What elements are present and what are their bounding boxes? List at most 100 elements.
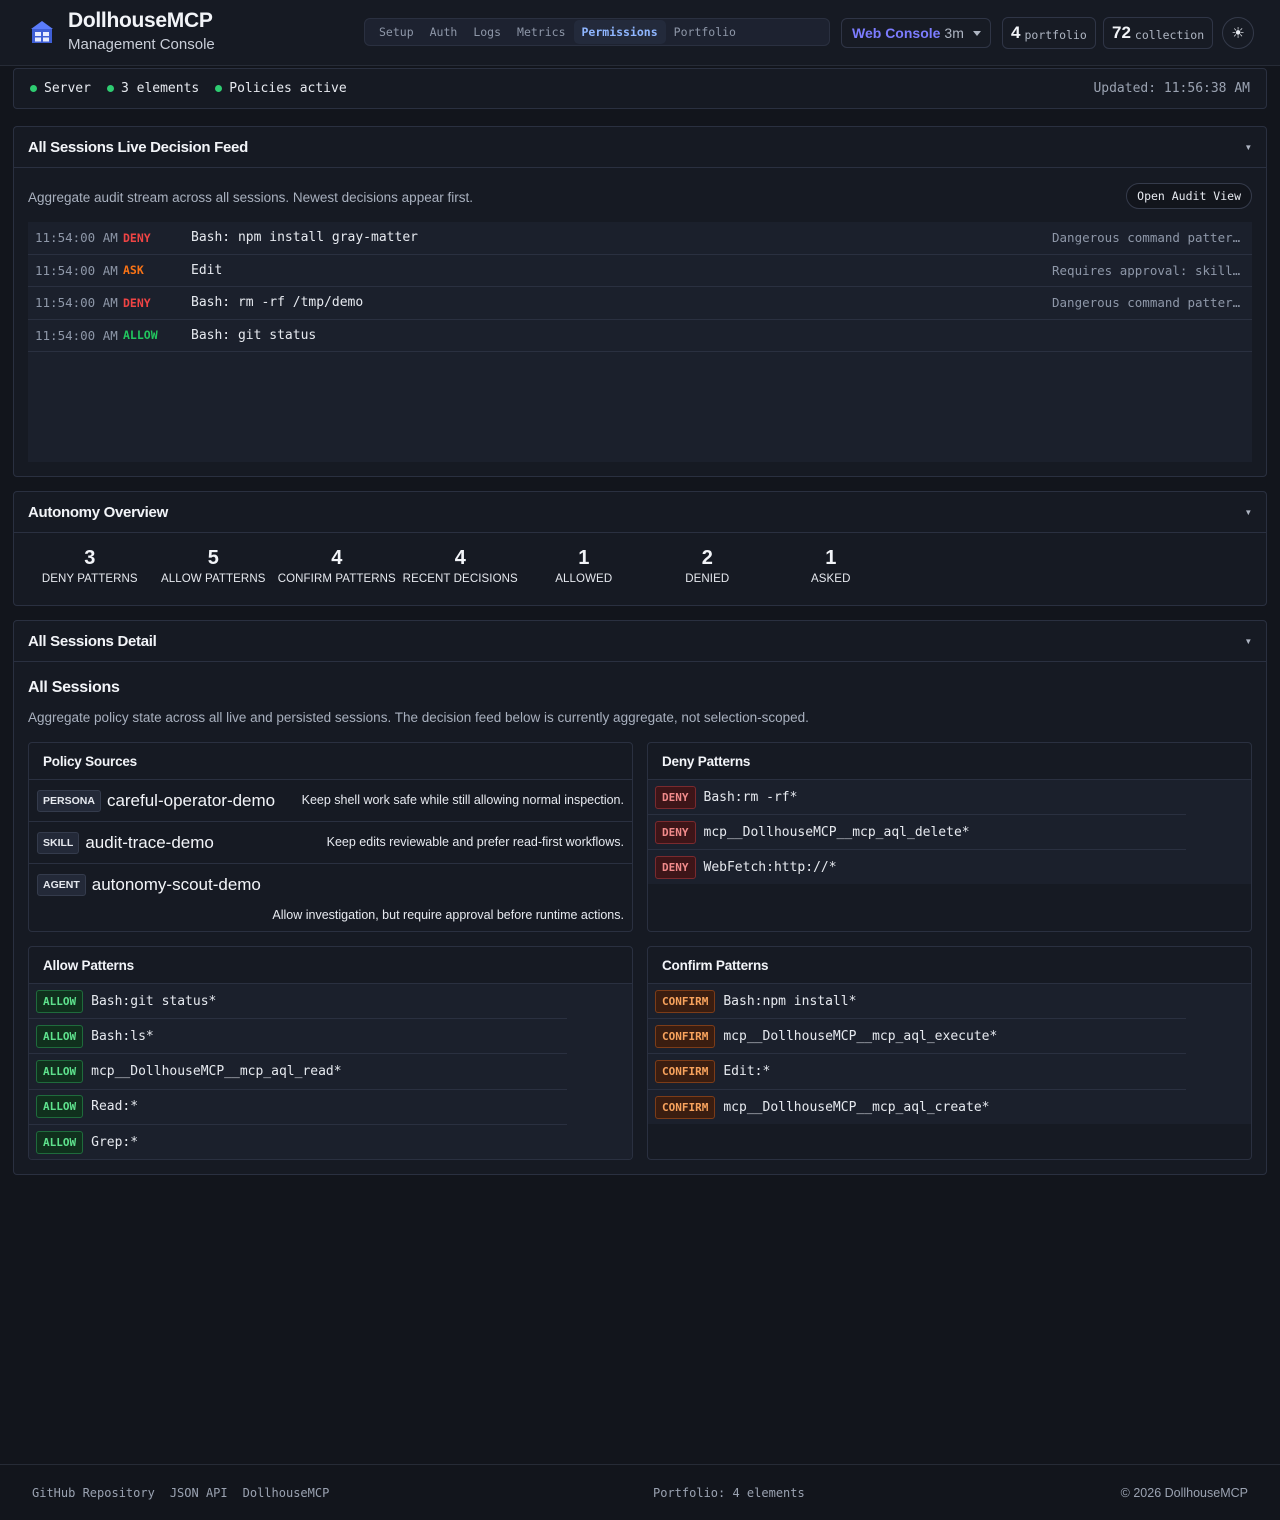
console-name: Web Console	[852, 25, 941, 41]
tab-auth[interactable]: Auth	[422, 20, 466, 44]
panel-title: All Sessions Live Decision Feed	[28, 138, 248, 156]
theme-toggle-button[interactable]: ☀	[1222, 17, 1254, 49]
source-description: Keep edits reviewable and prefer read-fi…	[326, 835, 624, 849]
dollhousemcp-link[interactable]: DollhouseMCP	[243, 1486, 330, 1500]
feed-decision: ALLOW	[123, 328, 158, 343]
kpi-value: 2	[701, 547, 713, 569]
collection-label: collection	[1134, 28, 1205, 42]
autonomy-overview-panel: Autonomy Overview ▼ 3 DENY PATTERNS 5 ALLO…	[13, 491, 1267, 606]
allow-badge: ALLOW	[36, 1059, 84, 1083]
app-header: DollhouseMCP Management Console Setup Au…	[0, 0, 1280, 66]
feed-row[interactable]: 11:54:00 AM ASK Edit Requires approval: …	[28, 255, 1252, 287]
allow-badge: ALLOW	[36, 1130, 84, 1154]
collection-count: 72	[1112, 23, 1131, 42]
pattern-row[interactable]: ALLOW Bash:git status*	[29, 984, 567, 1020]
feed-command: Bash: git status	[191, 327, 317, 343]
source-description: Allow investigation, but require approva…	[272, 908, 624, 922]
policy-source-row[interactable]: AGENT autonomy-scout-demo Allow investig…	[29, 864, 632, 931]
policy-source-row[interactable]: SKILL audit-trace-demo Keep edits review…	[29, 822, 632, 864]
kpi-denied: 2 DENIED	[646, 547, 770, 585]
pattern-row[interactable]: CONFIRM mcp__DollhouseMCP__mcp_aql_execut…	[648, 1019, 1186, 1055]
kpi-value: 3	[84, 547, 96, 569]
kpi-value: 1	[578, 547, 590, 569]
footer-links: GitHub Repository JSON API DollhouseMCP	[32, 1486, 329, 1500]
kpi-label: ALLOW PATTERNS	[161, 573, 266, 585]
pattern-text: WebFetch:http://*	[703, 860, 837, 876]
pattern-row[interactable]: ALLOW Read:*	[29, 1090, 567, 1125]
page-footer: GitHub Repository JSON API DollhouseMCP …	[0, 1464, 1280, 1520]
policies-status: Policies active	[215, 81, 347, 96]
panel-title: All Sessions Detail	[28, 632, 157, 650]
kpi-allowed: 1 ALLOWED	[522, 547, 646, 585]
chevron-down-icon	[972, 30, 981, 36]
source-name: audit-trace-demo	[85, 832, 214, 852]
sun-icon: ☀	[1231, 25, 1245, 42]
policies-status-label: Policies active	[229, 81, 347, 96]
pattern-row[interactable]: CONFIRM mcp__DollhouseMCP__mcp_aql_create…	[648, 1090, 1186, 1125]
pattern-text: mcp__DollhouseMCP__mcp_aql_execute*	[723, 1028, 998, 1044]
pattern-text: mcp__DollhouseMCP__mcp_aql_read*	[91, 1063, 342, 1079]
feed-row[interactable]: 11:54:00 AM DENY Bash: rm -rf /tmp/demo …	[28, 287, 1252, 320]
collapse-chevron-icon[interactable]: ▼	[1244, 637, 1252, 646]
feed-command: Bash: npm install gray-matter	[191, 230, 418, 246]
decision-feed-list: 11:54:00 AM DENY Bash: npm install gray-…	[28, 222, 1252, 462]
collapse-chevron-icon[interactable]: ▼	[1244, 508, 1252, 517]
source-name: careful-operator-demo	[106, 790, 276, 810]
kpi-label: ALLOWED	[555, 573, 613, 585]
source-name: autonomy-scout-demo	[91, 875, 261, 894]
collapse-chevron-icon[interactable]: ▼	[1244, 143, 1252, 152]
pattern-row[interactable]: DENY WebFetch:http://*	[648, 850, 1186, 885]
pattern-row[interactable]: ALLOW Bash:ls*	[29, 1019, 567, 1055]
card-title: Deny Patterns	[648, 743, 1251, 780]
status-bar: Server 3 elements Policies active Update…	[13, 68, 1267, 109]
feed-command: Bash: rm -rf /tmp/demo	[191, 295, 364, 311]
kpi-deny-patterns: 3 DENY PATTERNS	[28, 547, 152, 585]
pattern-text: Read:*	[91, 1099, 139, 1115]
tab-metrics[interactable]: Metrics	[509, 20, 573, 44]
console-selector[interactable]: Web Console 3m	[841, 18, 991, 48]
source-type-badge: SKILL	[37, 831, 80, 854]
tab-portfolio[interactable]: Portfolio	[666, 20, 744, 44]
feed-time: 11:54:00 AM	[35, 327, 118, 343]
footer-portfolio-count: Portfolio: 4 elements	[653, 1485, 805, 1500]
dollhouse-logo-icon	[31, 21, 53, 43]
allow-badge: ALLOW	[36, 989, 84, 1013]
feed-row[interactable]: 11:54:00 AM ALLOW Bash: git status	[28, 320, 1252, 352]
deny-patterns-card: Deny Patterns DENY Bash:rm -rf* DENY mcp__…	[647, 742, 1252, 932]
github-repository-link[interactable]: GitHub Repository	[32, 1486, 155, 1500]
pattern-row[interactable]: DENY mcp__DollhouseMCP__mcp_aql_delete*	[648, 815, 1186, 851]
pattern-text: Grep:*	[91, 1134, 139, 1150]
server-status: Server	[30, 81, 91, 96]
feed-description: Aggregate audit stream across all sessio…	[28, 190, 473, 205]
kpi-allow-patterns: 5 ALLOW PATTERNS	[152, 547, 276, 585]
pattern-row[interactable]: ALLOW mcp__DollhouseMCP__mcp_aql_read*	[29, 1054, 567, 1090]
section-title: All Sessions	[28, 679, 120, 696]
feed-row[interactable]: 11:54:00 AM DENY Bash: npm install gray-…	[28, 222, 1252, 255]
card-title: Allow Patterns	[29, 947, 632, 984]
policy-source-row[interactable]: PERSONA careful-operator-demo Keep shell…	[29, 780, 632, 822]
confirm-badge: CONFIRM	[655, 989, 716, 1013]
status-dot-icon	[215, 85, 223, 92]
tab-setup[interactable]: Setup	[371, 20, 422, 44]
autonomy-overview-header[interactable]: Autonomy Overview ▼	[14, 492, 1266, 533]
confirm-badge: CONFIRM	[655, 1095, 716, 1119]
collection-count-pill[interactable]: 72 collection	[1103, 17, 1214, 49]
kpi-asked: 1 ASKED	[769, 547, 893, 585]
feed-time: 11:54:00 AM	[35, 295, 118, 311]
feed-time: 11:54:00 AM	[35, 262, 118, 278]
elements-status: 3 elements	[106, 81, 199, 96]
decision-feed-header[interactable]: All Sessions Live Decision Feed ▼	[14, 127, 1266, 168]
portfolio-count-pill[interactable]: 4 portfolio	[1002, 17, 1096, 49]
pattern-row[interactable]: ALLOW Grep:*	[29, 1125, 567, 1159]
source-description: Keep shell work safe while still allowin…	[301, 793, 624, 807]
pattern-row[interactable]: CONFIRM Bash:npm install*	[648, 984, 1186, 1020]
feed-reason: Dangerous command pattern:…	[1052, 230, 1252, 246]
pattern-row[interactable]: DENY Bash:rm -rf*	[648, 780, 1186, 816]
open-audit-view-button[interactable]: Open Audit View	[1126, 183, 1252, 209]
kpi-label: CONFIRM PATTERNS	[277, 573, 396, 585]
json-api-link[interactable]: JSON API	[170, 1486, 228, 1500]
pattern-row[interactable]: CONFIRM Edit:*	[648, 1054, 1186, 1090]
sessions-detail-header[interactable]: All Sessions Detail ▼	[14, 621, 1266, 662]
tab-logs[interactable]: Logs	[465, 20, 509, 44]
tab-permissions[interactable]: Permissions	[573, 20, 666, 44]
